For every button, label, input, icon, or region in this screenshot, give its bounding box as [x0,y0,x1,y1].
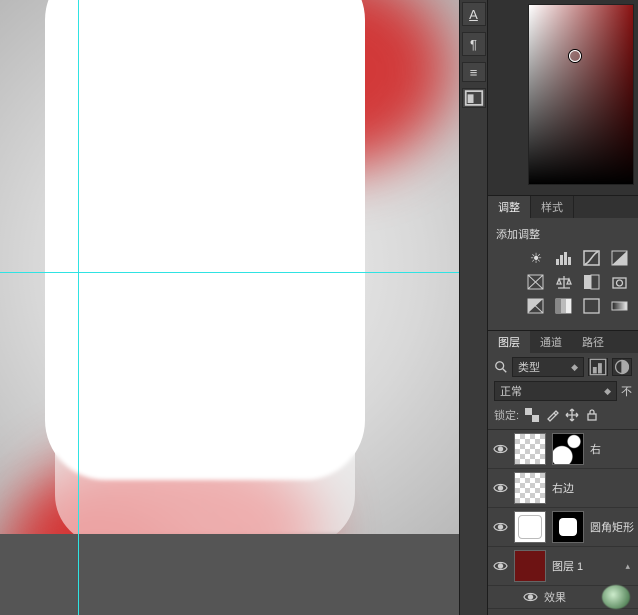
adjust-row-2 [496,274,630,290]
brightness-icon[interactable]: ☀ [526,250,546,266]
guide-vertical[interactable] [78,0,79,615]
gradient-map-icon[interactable] [610,298,630,314]
panels-column: 调整 样式 添加调整 ☀ [488,0,638,615]
filter-search-icon [494,360,508,374]
visibility-toggle[interactable] [492,441,508,457]
blend-mode-dropdown[interactable]: 正常◆ [494,381,617,401]
filter-kind-dropdown[interactable]: 类型◆ [512,357,584,377]
layer-controls: 类型◆ 正常◆ 不 锁定: [488,353,638,430]
app-root: A ¶ ≡ 调整 样式 添加调整 [0,0,638,615]
posterize-icon[interactable] [554,298,574,314]
adjust-row-3 [496,298,630,314]
panel-extra-icon[interactable] [462,88,486,108]
bw-icon[interactable] [582,274,602,290]
visibility-toggle[interactable] [492,558,508,574]
canvas[interactable] [0,0,459,615]
lock-label: 锁定: [494,407,519,423]
panel-menu-icon[interactable]: ≡ [462,62,486,82]
layer-name[interactable]: 右 [590,441,601,457]
layer-thumbnail[interactable] [514,472,546,504]
layer-mask[interactable] [552,511,584,543]
layer-name[interactable]: 图层 1 [552,558,583,574]
layer-row[interactable]: 右 [488,430,638,469]
layer-thumbnail[interactable] [514,550,546,582]
color-field-cursor[interactable] [569,50,581,62]
layer-thumbnail[interactable] [514,433,546,465]
layer-name[interactable]: 圆角矩形 [590,519,634,535]
lock-all-icon[interactable] [585,408,599,422]
tab-paths[interactable]: 路径 [572,331,614,353]
layer-row[interactable]: 圆角矩形 [488,508,638,547]
layer-row[interactable]: 右边 [488,469,638,508]
tab-channels[interactable]: 通道 [530,331,572,353]
fx-toggle-icon[interactable]: ▴ [625,561,634,572]
lock-brush-icon[interactable] [545,408,559,422]
photo-filter-icon[interactable] [610,274,630,290]
lock-transparent-icon[interactable] [525,408,539,422]
character-panel-icon[interactable]: A [462,2,486,26]
decorative-blob [602,585,630,609]
tab-styles[interactable]: 样式 [531,196,574,218]
adjustments-panel: 调整 样式 添加调整 ☀ [488,196,638,331]
layer-name[interactable]: 右边 [552,480,574,496]
adjust-row-1: ☀ [496,250,630,266]
layer-fx-label: 效果 [544,589,566,605]
layer-mask[interactable] [552,433,584,465]
threshold-icon[interactable] [582,298,602,314]
filter-pixel-icon[interactable] [588,358,608,376]
guide-horizontal[interactable] [0,272,459,273]
visibility-toggle[interactable] [492,519,508,535]
layer-thumbnail[interactable] [514,511,546,543]
visibility-toggle[interactable] [492,480,508,496]
layers-panel: 图层 通道 路径 类型◆ 正常◆ 不 锁 [488,331,638,615]
opacity-label: 不 [621,383,632,399]
adjust-tabs: 调整 样式 [488,196,638,218]
color-field[interactable] [528,4,634,185]
exposure-icon[interactable] [610,250,630,266]
layers-tabs: 图层 通道 路径 [488,331,638,353]
layer-row[interactable]: 图层 1 ▴ [488,547,638,586]
curves-icon[interactable] [582,250,602,266]
right-area: A ¶ ≡ 调整 样式 添加调整 [459,0,638,615]
levels-icon[interactable] [554,250,574,266]
canvas-pasteboard [0,534,459,615]
collapsed-panel-strip: A ¶ ≡ [459,0,488,615]
filter-adjust-icon[interactable] [612,358,632,376]
artboard[interactable] [0,0,459,534]
balance-icon[interactable] [554,274,574,290]
color-picker-panel [488,0,638,196]
rounded-rect-front [55,85,355,545]
tab-layers[interactable]: 图层 [488,331,530,353]
vibrance-icon[interactable] [526,274,546,290]
paragraph-panel-icon[interactable]: ¶ [462,32,486,56]
visibility-toggle[interactable] [522,589,538,605]
tab-adjustments[interactable]: 调整 [488,196,531,218]
lock-move-icon[interactable] [565,408,579,422]
chevron-down-icon: ◆ [604,386,611,397]
invert-icon[interactable] [526,298,546,314]
chevron-down-icon: ◆ [571,362,578,373]
adjust-title: 添加调整 [496,226,630,242]
